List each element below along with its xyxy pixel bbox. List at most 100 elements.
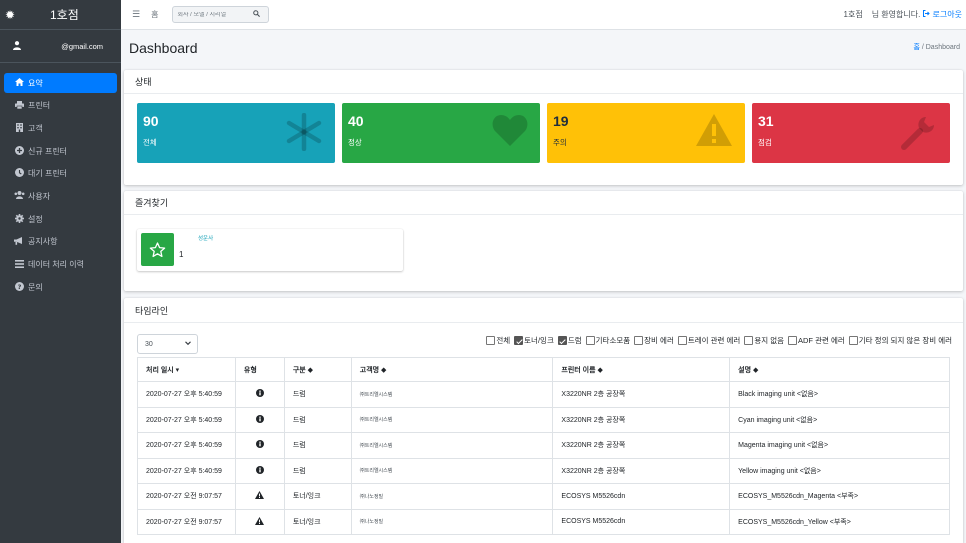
home-link[interactable]: 홈 <box>151 9 158 20</box>
cell-type <box>234 457 285 484</box>
menu-toggle-icon[interactable]: ☰ <box>132 9 140 20</box>
table-row[interactable]: 2020-07-27 오전 9:07:57 토너/잉크 ㈜나노정밀 ECOSYS… <box>137 483 950 510</box>
status-boxes: 90 전체 40 정상 19 주의 31 점검 <box>137 103 950 163</box>
breadcrumb-current: Dashboard <box>925 44 960 51</box>
status-box-normal[interactable]: 40 정상 <box>342 103 540 163</box>
table-row[interactable]: 2020-07-27 오후 5:40:59 드럼 ㈜트리엘시스템 X3220NR… <box>137 406 950 433</box>
cell-type <box>234 483 285 510</box>
page-size-select[interactable]: 30 <box>137 334 198 354</box>
breadcrumb-separator: / <box>921 44 924 51</box>
sidebar-item-settings[interactable]: 설정 <box>4 209 117 229</box>
sidebar-item-label: 프린터 <box>28 101 51 111</box>
top-navbar: ☰ 홈 1호점 님 환영합니다. 로그아웃 <box>121 0 966 30</box>
breadcrumb: 홈 / Dashboard <box>913 42 960 52</box>
status-box-total[interactable]: 90 전체 <box>137 103 335 163</box>
status-box-caution[interactable]: 19 주의 <box>547 103 745 163</box>
cell-customer: ㈜트리엘시스템 <box>350 457 554 484</box>
filter-checkbox[interactable] <box>585 336 595 345</box>
sidebar-item-customers[interactable]: 고객 <box>4 118 117 138</box>
cell-type <box>234 381 285 408</box>
sidebar-item-printers[interactable]: 프린터 <box>4 96 117 116</box>
cell-time: 2020-07-27 오후 5:40:59 <box>137 406 236 433</box>
filter-all[interactable]: 전체 <box>486 335 510 346</box>
table-row[interactable]: 2020-07-27 오전 9:07:57 토너/잉크 ㈜나노정밀 ECOSYS… <box>137 508 950 535</box>
megaphone-icon <box>12 236 26 247</box>
wrench-icon <box>900 113 938 153</box>
cell-time: 2020-07-27 오전 9:07:57 <box>137 483 236 510</box>
cell-description: Yellow imaging unit <없음> <box>729 457 950 484</box>
favorites-card: 즐겨찾기 성운사 1 <box>124 191 963 291</box>
branch-name: 1호점 <box>843 10 863 19</box>
filter-other-consumables[interactable]: 기타소모품 <box>585 335 630 346</box>
filter-device-error[interactable]: 장비 에러 <box>634 335 674 346</box>
column-header-description[interactable]: 설명 ◆ <box>729 357 950 382</box>
filter-checkbox[interactable] <box>514 336 524 345</box>
sidebar-item-label: 요약 <box>28 78 43 88</box>
search-input[interactable] <box>177 11 254 18</box>
table-row[interactable]: 2020-07-27 오후 5:40:59 드럼 ㈜트리엘시스템 X3220NR… <box>137 381 950 408</box>
filter-checkbox[interactable] <box>788 336 797 345</box>
user-email: @gmail.com <box>61 41 103 51</box>
sidebar-item-label: 고객 <box>28 123 43 133</box>
filter-checkbox[interactable] <box>848 336 858 345</box>
filter-undefined-error[interactable]: 기타 정의 되지 않은 장비 에러 <box>848 335 952 346</box>
status-label: 점검 <box>758 138 772 147</box>
cell-category: 드럼 <box>283 381 352 408</box>
table-row[interactable]: 2020-07-27 오후 5:40:59 드럼 ㈜트리엘시스템 X3220NR… <box>137 432 950 459</box>
filter-checkbox[interactable] <box>557 336 567 345</box>
svg-text:?: ? <box>17 283 21 291</box>
column-header-category[interactable]: 구분 ◆ <box>283 357 352 382</box>
filter-label: 장비 에러 <box>644 336 674 345</box>
cell-printer: X3220NR 2층 공장쪽 <box>552 432 731 459</box>
filter-no-paper[interactable]: 용지 없음 <box>744 335 784 346</box>
question-circle-icon: ? <box>12 281 26 293</box>
sidebar-item-users[interactable]: 사용자 <box>4 186 117 206</box>
user-panel[interactable]: @gmail.com <box>0 30 121 63</box>
column-header-printer[interactable]: 프린터 이름 ◆ <box>552 357 731 382</box>
sidebar-item-notices[interactable]: 공지사항 <box>4 232 117 252</box>
sidebar-item-label: 데이터 처리 이력 <box>28 260 84 269</box>
column-header-customer[interactable]: 고객명 ◆ <box>350 357 554 382</box>
breadcrumb-home[interactable]: 홈 <box>913 44 919 51</box>
filter-drum[interactable]: 드럼 <box>557 335 582 346</box>
filter-checkbox[interactable] <box>744 336 754 345</box>
timeline-table: 처리 일시 ▾ 유형 구분 ◆ 고객명 ◆ 프린터 이름 ◆ 설명 ◆ 2020… <box>137 357 950 535</box>
users-icon <box>12 191 26 201</box>
column-header-time[interactable]: 처리 일시 ▾ <box>137 357 236 382</box>
filter-checkbox[interactable] <box>486 336 496 345</box>
sidebar-item-pending-printer[interactable]: 대기 프린터 <box>4 164 117 184</box>
sidebar-item-inquiry[interactable]: ? 문의 <box>4 277 117 297</box>
cell-customer: ㈜나노정밀 <box>350 483 554 510</box>
filter-tray-error[interactable]: 트레이 관련 에러 <box>677 335 740 346</box>
table-row[interactable]: 2020-07-27 오후 5:40:59 드럼 ㈜트리엘시스템 X3220NR… <box>137 457 950 484</box>
favorite-name: 성운사 <box>198 236 214 242</box>
heart-icon <box>492 113 528 149</box>
sidebar-item-label: 신규 프린터 <box>28 146 68 156</box>
status-value: 40 <box>348 113 364 129</box>
list-icon <box>12 259 26 270</box>
status-label: 주의 <box>553 138 567 147</box>
sidebar-item-summary[interactable]: 요약 <box>4 73 117 93</box>
cell-printer: ECOSYS M5526cdn <box>552 483 731 510</box>
status-box-check[interactable]: 31 점검 <box>752 103 950 163</box>
status-value: 19 <box>553 113 569 129</box>
filter-checkbox[interactable] <box>634 336 644 345</box>
filter-adf-error[interactable]: ADF 관련 에러 <box>788 335 845 346</box>
table-header-row: 처리 일시 ▾ 유형 구분 ◆ 고객명 ◆ 프린터 이름 ◆ 설명 ◆ <box>137 357 950 382</box>
search-icon[interactable] <box>253 10 261 19</box>
sidebar-nav: 요약 프린터 고객 신규 프린터 대기 프린터 사용자 설정 공지사항 데이터 … <box>0 73 121 297</box>
gear-icon: ✹ <box>5 7 16 22</box>
status-value: 31 <box>758 113 774 129</box>
cell-category: 토너/잉크 <box>283 483 352 510</box>
favorite-item[interactable]: 성운사 1 <box>137 229 403 271</box>
logout-button[interactable]: 로그아웃 <box>923 9 962 20</box>
filter-label: ADF 관련 에러 <box>798 336 845 345</box>
brand[interactable]: ✹ 1호점 <box>0 0 121 30</box>
sidebar-item-label: 공지사항 <box>28 237 58 247</box>
printer-icon <box>12 100 26 111</box>
sidebar-item-new-printer[interactable]: 신규 프린터 <box>4 141 117 161</box>
filter-checkbox[interactable] <box>677 336 687 345</box>
filter-toner[interactable]: 토너/잉크 <box>514 335 554 346</box>
sidebar-item-data-history[interactable]: 데이터 처리 이력 <box>4 255 117 275</box>
cell-time: 2020-07-27 오후 5:40:59 <box>137 432 236 459</box>
